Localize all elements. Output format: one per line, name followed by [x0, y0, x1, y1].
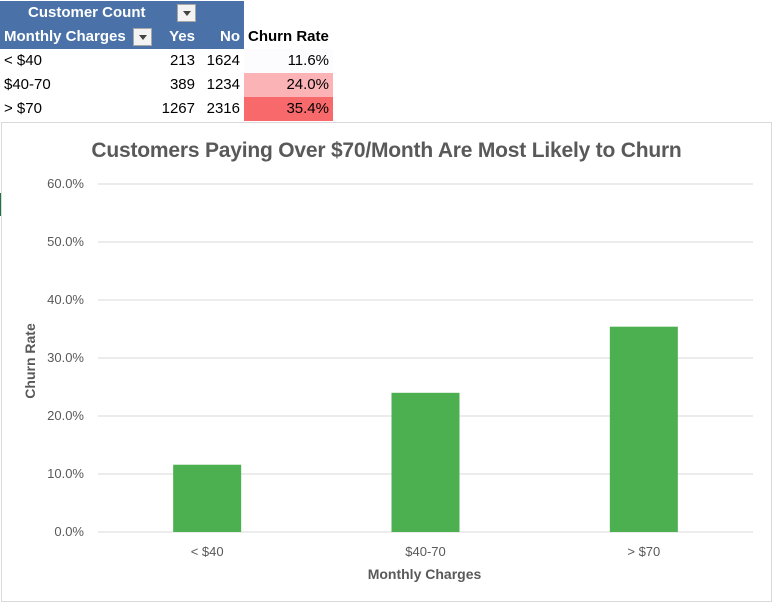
x-tick-label: < $40 [191, 544, 224, 559]
no-count-cell[interactable]: 1624 [199, 49, 244, 73]
y-tick-label: 30.0% [47, 350, 84, 365]
pivot-values-label: Customer Count [28, 1, 158, 25]
bar [173, 464, 242, 532]
churn-rate-cell[interactable]: 35.4% [244, 97, 333, 121]
no-count-cell[interactable]: 2316 [199, 97, 244, 121]
yes-count-cell[interactable]: 213 [154, 49, 199, 73]
row-filter-dropdown-icon[interactable] [133, 28, 152, 46]
col-header-churn-rate: Churn Rate [248, 28, 329, 45]
bar [609, 326, 678, 532]
chart-plot: 0.0% 10.0% 20.0% 30.0% 40.0% 50.0% 60.0% < $40 $… [22, 176, 753, 582]
churn-rate-cell[interactable]: 11.6% [244, 49, 333, 73]
y-tick-label: 50.0% [47, 234, 84, 249]
col-header-no: No [199, 25, 244, 49]
churn-rate-cell[interactable]: 24.0% [244, 73, 333, 97]
row-label-cell[interactable]: < $40 [0, 49, 154, 73]
x-tick-label: $40-70 [405, 544, 445, 559]
y-tick-label: 10.0% [47, 466, 84, 481]
worksheet: Customer Count Monthly Charges Yes No Ch… [0, 0, 776, 606]
yes-count-cell[interactable]: 1267 [154, 97, 199, 121]
column-filter-dropdown-icon[interactable] [177, 4, 196, 22]
row-label-cell[interactable]: $40-70 [0, 73, 154, 97]
bar [391, 392, 460, 532]
y-tick-label: 60.0% [47, 176, 84, 191]
churn-chart[interactable]: Customers Paying Over $70/Month Are Most… [1, 122, 772, 602]
y-tick-label: 0.0% [54, 524, 84, 539]
row-field-header: Monthly Charges [0, 25, 130, 49]
x-tick-label: > $70 [627, 544, 660, 559]
yes-count-cell[interactable]: 389 [154, 73, 199, 97]
x-axis-title: Monthly Charges [368, 566, 482, 582]
col-header-yes: Yes [154, 25, 199, 49]
row-label-cell[interactable]: > $70 [0, 97, 154, 121]
y-tick-label: 40.0% [47, 292, 84, 307]
y-axis-title: Churn Rate [22, 323, 38, 399]
y-tick-label: 20.0% [47, 408, 84, 423]
no-count-cell[interactable]: 1234 [199, 73, 244, 97]
